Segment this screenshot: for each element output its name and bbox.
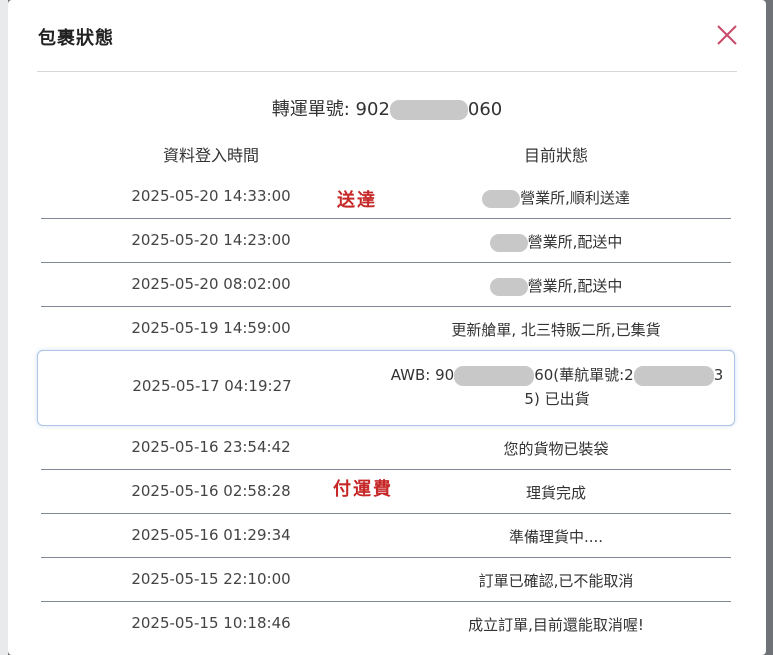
annotation-delivered: 送達 bbox=[337, 190, 377, 211]
background-page bbox=[0, 0, 8, 655]
column-header-status: 目前狀態 bbox=[523, 146, 588, 165]
tracking-prefix: 902 bbox=[355, 99, 390, 120]
table-row: 2025-05-19 14:59:00 更新艙單, 北三特販二所,已集貨 bbox=[41, 307, 731, 351]
redacted-block bbox=[389, 100, 468, 120]
table-row: 2025-05-20 14:23:00 營業所,配送中 bbox=[41, 219, 731, 263]
table-row-highlighted[interactable]: 2025-05-17 04:19:27 AWB: 90 60(華航單號:2 3 5)… bbox=[37, 350, 735, 426]
row-time: 2025-05-15 10:18:46 bbox=[131, 614, 291, 632]
row-time: 2025-05-20 08:02:00 bbox=[131, 275, 291, 293]
tracking-number: 轉運單號: 902 060 bbox=[8, 95, 766, 121]
redacted-block bbox=[633, 365, 714, 386]
row-status: AWB: 90 60(華航單號:2 3 5) 已出貨 bbox=[390, 365, 724, 408]
row-status: 訂單已確認,已不能取消 bbox=[478, 572, 634, 590]
row-time: 2025-05-20 14:33:00 bbox=[131, 187, 291, 205]
status-table: 2025-05-20 14:33:00 營業所,順利送達 2025-05-20 … bbox=[37, 175, 735, 646]
row-time: 2025-05-19 14:59:00 bbox=[131, 319, 291, 337]
table-row: 2025-05-15 10:18:46 成立訂單,目前還能取消喔! bbox=[41, 602, 731, 646]
table-row: 2025-05-16 23:54:42 您的貨物已裝袋 bbox=[41, 426, 731, 470]
package-status-modal: 包裹狀態 轉運單號: 902 060 資料登入時間 目前狀態 2025-05-20… bbox=[8, 0, 766, 655]
redacted-block bbox=[489, 277, 528, 296]
table-row: 2025-05-16 01:29:34 準備理貨中.... bbox=[41, 514, 731, 558]
close-button[interactable] bbox=[714, 22, 740, 48]
redacted-block bbox=[482, 189, 521, 208]
redacted-block bbox=[454, 365, 535, 386]
modal-title: 包裹狀態 bbox=[38, 28, 114, 49]
row-status: 成立訂單,目前還能取消喔! bbox=[468, 616, 644, 634]
row-status: 更新艙單, 北三特販二所,已集貨 bbox=[451, 321, 661, 339]
table-row: 2025-05-20 08:02:00 營業所,配送中 bbox=[41, 263, 731, 307]
table-header: 資料登入時間 目前狀態 bbox=[41, 138, 731, 166]
table-row: 2025-05-15 22:10:00 訂單已確認,已不能取消 bbox=[41, 558, 731, 602]
table-row: 2025-05-20 14:33:00 營業所,順利送達 bbox=[41, 175, 731, 219]
annotation-pay-freight: 付運費 bbox=[333, 479, 393, 500]
row-status: 營業所,配送中 bbox=[381, 275, 731, 296]
tracking-label: 轉運單號: bbox=[271, 99, 350, 120]
row-status: 營業所,順利送達 bbox=[381, 187, 731, 208]
row-time: 2025-05-15 22:10:00 bbox=[131, 570, 291, 588]
tracking-suffix: 060 bbox=[467, 99, 503, 120]
close-icon bbox=[717, 25, 737, 45]
row-status: 準備理貨中.... bbox=[508, 528, 604, 546]
redacted-block bbox=[489, 233, 528, 252]
header-divider bbox=[37, 71, 737, 72]
column-header-time: 資料登入時間 bbox=[162, 146, 259, 165]
row-status: 理貨完成 bbox=[525, 484, 586, 502]
row-time: 2025-05-16 02:58:28 bbox=[131, 482, 291, 500]
row-time: 2025-05-17 04:19:27 bbox=[132, 377, 292, 395]
row-status: 您的貨物已裝袋 bbox=[503, 440, 609, 458]
row-time: 2025-05-16 01:29:34 bbox=[131, 526, 291, 544]
row-status: 營業所,配送中 bbox=[381, 231, 731, 252]
row-time: 2025-05-16 23:54:42 bbox=[131, 438, 291, 456]
row-time: 2025-05-20 14:23:00 bbox=[131, 231, 291, 249]
